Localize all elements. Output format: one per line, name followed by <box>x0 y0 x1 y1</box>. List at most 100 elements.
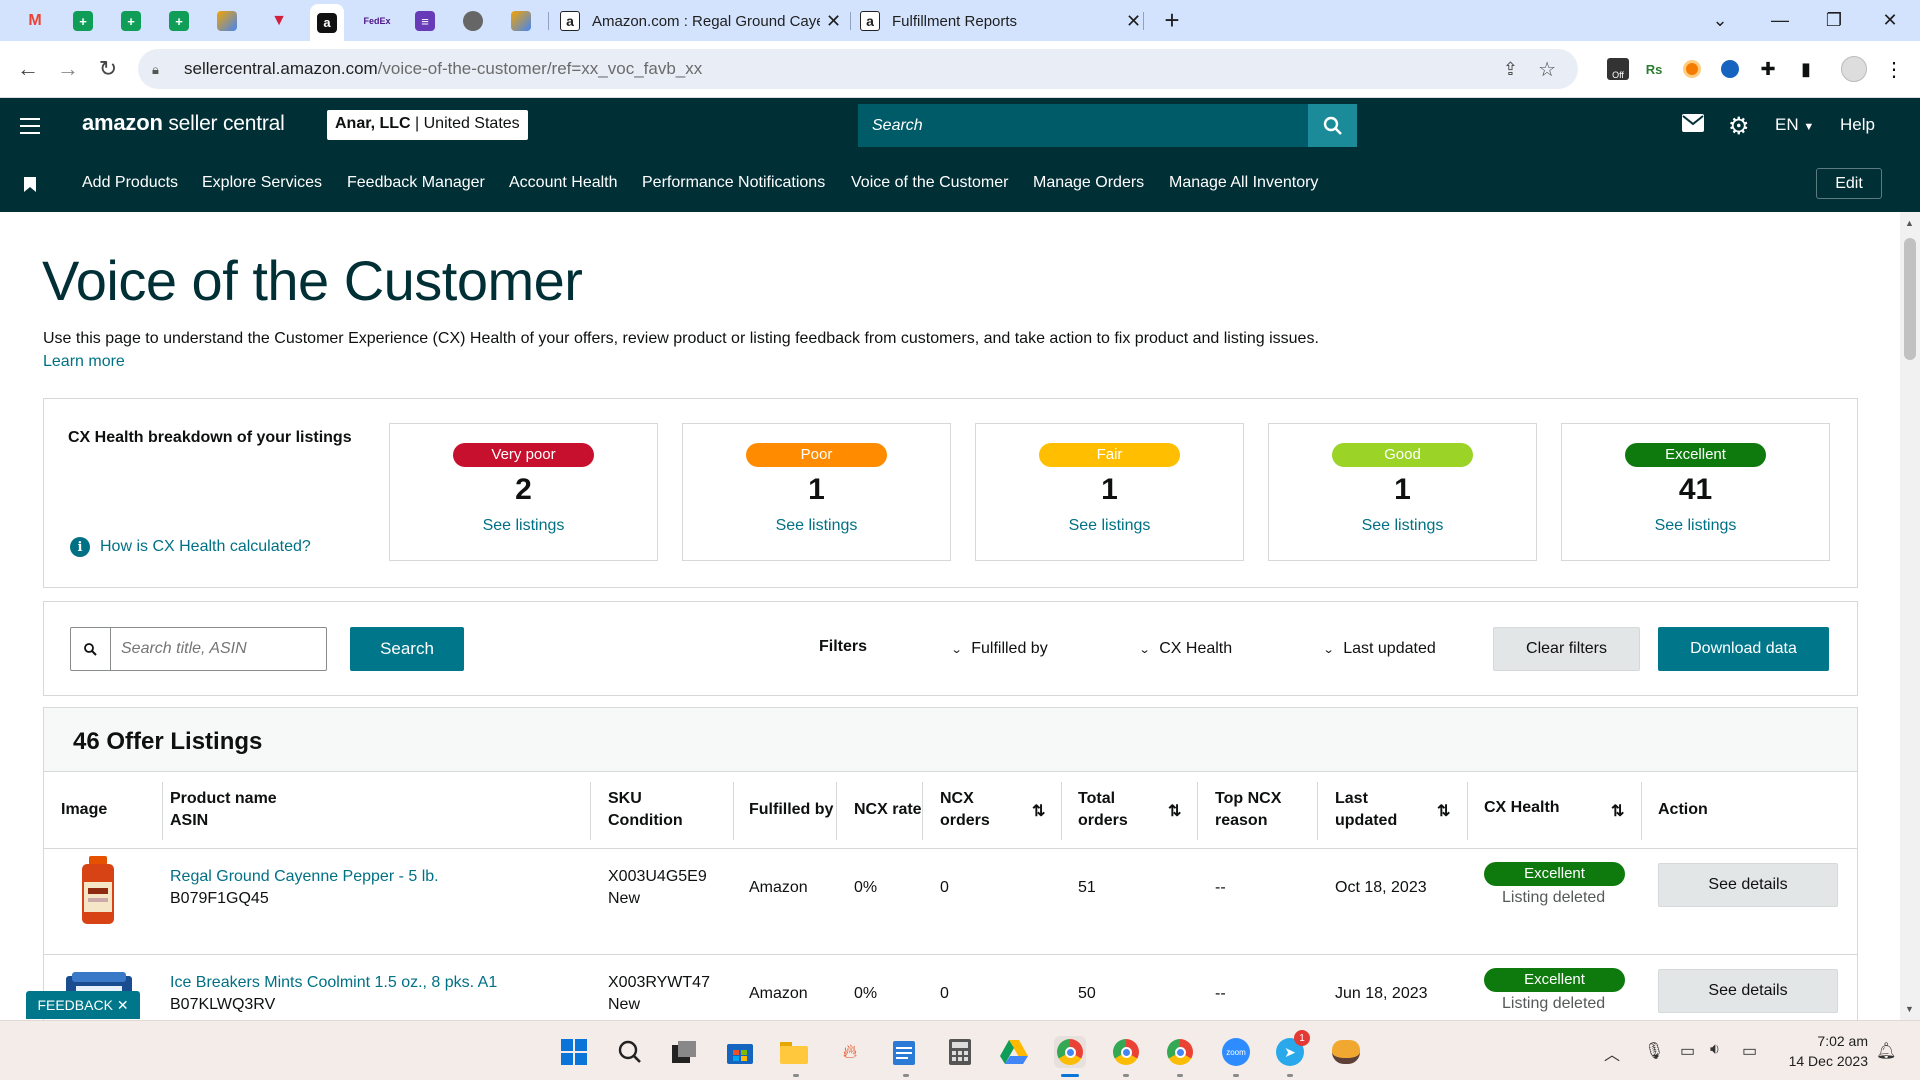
filter-fulfilled-by-dropdown[interactable]: ⌄ Fulfilled by <box>951 640 1048 658</box>
sort-icon[interactable]: ⇅ <box>1168 801 1181 821</box>
network-icon[interactable]: ▭ <box>1680 1041 1695 1061</box>
flame-icon[interactable]: 🔥︎ <box>834 1036 866 1068</box>
chrome-icon[interactable] <box>1164 1036 1196 1068</box>
search-icon[interactable] <box>614 1036 646 1068</box>
hamburger-menu-icon[interactable] <box>20 118 40 134</box>
header-search-button[interactable] <box>1308 104 1357 147</box>
close-window-icon[interactable]: ✕ <box>1862 0 1918 40</box>
task-view-icon[interactable] <box>668 1036 700 1068</box>
filter-last-updated-dropdown[interactable]: ⌄ Last updated <box>1323 640 1436 658</box>
scroll-down-icon[interactable]: ▼ <box>1905 1004 1914 1014</box>
drive-icon[interactable] <box>998 1036 1030 1068</box>
pinned-tab-sheets[interactable]: + <box>162 6 196 36</box>
sort-icon[interactable]: ⇅ <box>1611 801 1624 821</box>
scroll-up-icon[interactable]: ▲ <box>1905 218 1914 228</box>
filter-cx-health-dropdown[interactable]: ⌄ CX Health <box>1139 640 1233 658</box>
telegram-icon[interactable]: ➤ 1 <box>1274 1030 1310 1068</box>
close-icon[interactable]: ✕ <box>1126 11 1141 32</box>
chevron-up-icon[interactable]: ︿ <box>1604 1041 1620 1065</box>
side-panel-icon[interactable]: ▮ <box>1792 55 1820 83</box>
close-icon[interactable]: ✕ <box>117 997 129 1014</box>
notification-bell-icon[interactable]: 🔔︎ <box>1876 1041 1896 1061</box>
account-switcher[interactable]: Anar, LLC | United States <box>327 110 528 140</box>
pinned-tab-flag[interactable]: ▼ <box>262 6 296 36</box>
pinned-tab-stack[interactable] <box>210 6 244 36</box>
chrome-icon[interactable] <box>1054 1036 1086 1068</box>
see-details-button[interactable]: See details <box>1658 863 1838 907</box>
nav-manage-all-inventory[interactable]: Manage All Inventory <box>1169 174 1318 192</box>
calculator-icon[interactable] <box>944 1036 976 1068</box>
chrome-icon[interactable] <box>1110 1036 1142 1068</box>
volume-icon[interactable]: 🔉︎ <box>1710 1041 1720 1059</box>
nav-manage-orders[interactable]: Manage Orders <box>1033 174 1144 192</box>
listing-search-input[interactable] <box>111 640 311 658</box>
share-icon[interactable]: ⇪ <box>1503 59 1518 80</box>
sort-icon[interactable]: ⇅ <box>1437 801 1450 821</box>
product-name-link[interactable]: Ice Breakers Mints Coolmint 1.5 oz., 8 p… <box>170 972 497 994</box>
microphone-icon[interactable]: 🎙︎ <box>1644 1041 1664 1061</box>
file-explorer-icon[interactable] <box>778 1036 810 1068</box>
see-listings-link[interactable]: See listings <box>390 517 657 535</box>
close-icon[interactable]: ✕ <box>826 11 841 32</box>
more-menu-icon[interactable]: ⋮ <box>1880 55 1908 83</box>
zoom-icon[interactable]: zoom <box>1220 1036 1252 1068</box>
learn-more-link[interactable]: Learn more <box>43 353 125 371</box>
language-selector[interactable]: EN ▼ <box>1775 115 1814 135</box>
product-name-link[interactable]: Regal Ground Cayenne Pepper - 5 lb. <box>170 866 439 888</box>
pinned-tab-globe[interactable] <box>456 6 490 36</box>
listing-search-field[interactable] <box>70 627 327 671</box>
gear-icon[interactable]: ⚙ <box>1728 112 1750 141</box>
pinned-tab-stack[interactable] <box>504 6 538 36</box>
address-bar[interactable]: 🔒︎ sellercentral.amazon.com/voice-of-the… <box>138 49 1578 89</box>
extensions-puzzle-icon[interactable]: ✚ <box>1754 55 1782 83</box>
seller-central-logo[interactable]: amazon seller central <box>82 110 285 136</box>
tab-amazon-product[interactable]: a Amazon.com : Regal Ground Cayenne Pepp… <box>560 6 841 36</box>
search-button[interactable]: Search <box>350 627 464 671</box>
extension-orange-icon[interactable] <box>1678 55 1706 83</box>
pinned-tab-sheets[interactable]: + <box>114 6 148 36</box>
nav-account-health[interactable]: Account Health <box>509 174 618 192</box>
cat-icon[interactable] <box>1330 1036 1362 1068</box>
see-listings-link[interactable]: See listings <box>976 517 1243 535</box>
sort-icon[interactable]: ⇅ <box>1032 801 1045 821</box>
nav-add-products[interactable]: Add Products <box>82 174 178 192</box>
feedback-button[interactable]: FEEDBACK ✕ <box>26 991 140 1019</box>
download-data-button[interactable]: Download data <box>1658 627 1829 671</box>
scrollbar-thumb[interactable] <box>1904 238 1916 360</box>
new-tab-button[interactable]: + <box>1144 0 1200 40</box>
tab-fulfillment-reports[interactable]: a Fulfillment Reports ✕ <box>860 6 1141 36</box>
tab-search-icon[interactable]: ⌄ <box>1692 0 1748 40</box>
nav-explore-services[interactable]: Explore Services <box>202 174 322 192</box>
store-icon[interactable] <box>724 1036 756 1068</box>
notepad-icon[interactable] <box>888 1036 920 1068</box>
windows-icon[interactable] <box>558 1036 590 1068</box>
help-link[interactable]: Help <box>1840 115 1875 135</box>
clear-filters-button[interactable]: Clear filters <box>1493 627 1640 671</box>
mail-icon[interactable] <box>1682 114 1704 137</box>
battery-icon[interactable]: ▭ <box>1742 1041 1757 1061</box>
pinned-tab-gmail[interactable]: M <box>18 6 52 36</box>
pinned-tab-fedex[interactable]: FedEx <box>360 6 394 36</box>
see-details-button[interactable]: See details <box>1658 969 1838 1013</box>
see-listings-link[interactable]: See listings <box>683 517 950 535</box>
extension-off-icon[interactable]: Off <box>1604 55 1632 83</box>
pinned-tab-amazon[interactable]: a <box>310 4 344 41</box>
minimize-icon[interactable]: — <box>1752 0 1808 40</box>
see-listings-link[interactable]: See listings <box>1562 517 1829 535</box>
pinned-tab-sheets[interactable]: + <box>66 6 100 36</box>
forward-icon[interactable]: → <box>52 53 84 85</box>
nav-performance-notifications[interactable]: Performance Notifications <box>642 174 825 192</box>
reload-icon[interactable]: ↻ <box>92 53 124 85</box>
system-clock[interactable]: 7:02 am 14 Dec 2023 <box>1780 1031 1868 1071</box>
extension-rs-icon[interactable]: Rs <box>1640 55 1668 83</box>
pinned-tab-forms[interactable]: ≡ <box>408 6 442 36</box>
header-search-input[interactable]: Search <box>858 104 1308 147</box>
nav-feedback-manager[interactable]: Feedback Manager <box>347 174 485 192</box>
see-listings-link[interactable]: See listings <box>1269 517 1536 535</box>
edit-nav-button[interactable]: Edit <box>1816 168 1882 199</box>
cx-health-how-link[interactable]: i How is CX Health calculated? <box>70 537 311 557</box>
bookmark-star-icon[interactable]: ☆ <box>1538 57 1556 82</box>
back-icon[interactable]: ← <box>12 53 44 85</box>
restore-icon[interactable]: ❐ <box>1806 0 1862 40</box>
page-scrollbar[interactable]: ▲ ▼ <box>1900 212 1920 1020</box>
